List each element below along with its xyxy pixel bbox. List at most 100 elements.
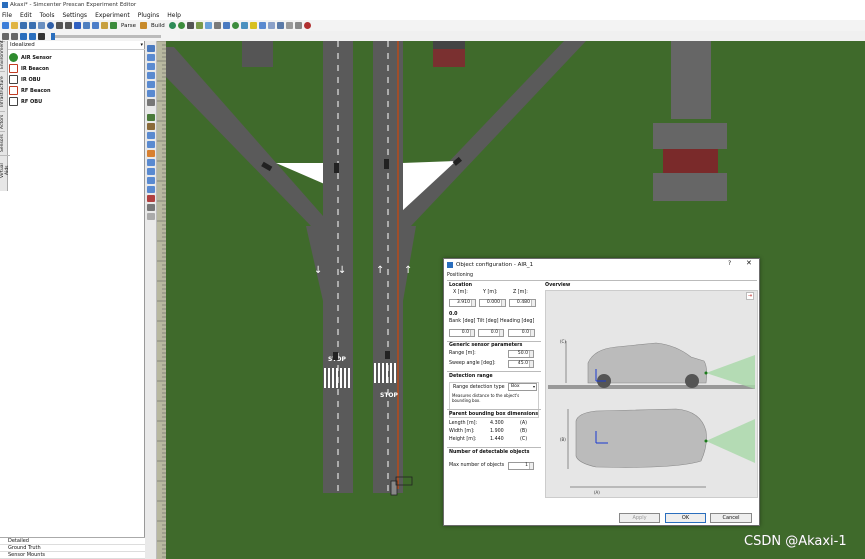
export-icon[interactable]: ⇥ <box>746 292 754 300</box>
tab-actors[interactable]: Actors <box>0 111 5 131</box>
save-all-icon[interactable] <box>29 22 36 29</box>
tab-virtual-aids[interactable]: Virtual Aids <box>0 155 10 185</box>
render-icon[interactable] <box>177 22 185 29</box>
tilt-input[interactable]: 0.0 <box>478 329 504 337</box>
sensor-rf-obu[interactable]: RF OBU <box>9 96 109 107</box>
trajectory-icon[interactable] <box>146 195 155 202</box>
zoom-window-icon[interactable] <box>146 81 155 88</box>
tab-positioning[interactable]: Positioning <box>447 273 473 278</box>
sensor-ir-beacon[interactable]: IR Beacon <box>9 63 109 74</box>
distribute-icon[interactable] <box>146 141 155 148</box>
terrain-icon[interactable] <box>195 22 203 29</box>
select-icon[interactable] <box>146 45 155 52</box>
move-icon[interactable] <box>146 99 155 106</box>
folder-icon[interactable] <box>267 22 275 29</box>
y-input[interactable]: 0.000 <box>479 299 506 307</box>
sweep-spinner[interactable] <box>529 361 533 367</box>
range-input[interactable]: 50.0 <box>508 350 534 358</box>
map-icon[interactable] <box>276 22 284 29</box>
play-icon[interactable] <box>20 32 27 40</box>
build-icon[interactable] <box>139 22 147 29</box>
zoom-out-icon[interactable] <box>146 63 155 70</box>
redo-icon[interactable] <box>65 22 72 29</box>
section-sensor-mounts[interactable]: Sensor Mounts <box>0 552 145 559</box>
camera-icon[interactable] <box>186 22 194 29</box>
building-right-bottom[interactable] <box>653 173 727 201</box>
new-icon[interactable] <box>2 22 9 29</box>
settings-icon[interactable] <box>2 32 9 40</box>
heading-input[interactable]: 0.0 <box>508 329 535 337</box>
sweep-input[interactable]: 45.0 <box>508 360 534 368</box>
menu-tools[interactable]: Tools <box>40 12 55 19</box>
stop-icon[interactable] <box>38 32 45 40</box>
close-button[interactable]: ✕ <box>746 259 752 267</box>
lock-icon[interactable] <box>146 204 155 211</box>
globe-icon[interactable] <box>168 22 176 29</box>
record-icon[interactable] <box>303 22 311 29</box>
sensor-rf-beacon[interactable]: RF Beacon <box>9 85 109 96</box>
library-header[interactable]: Idealized ▾ <box>8 41 145 50</box>
max-objects-input[interactable]: 1 <box>508 462 534 470</box>
sphere-icon[interactable] <box>231 22 239 29</box>
parse-button[interactable]: Parse <box>121 23 136 29</box>
z-input[interactable]: 0.480 <box>509 299 536 307</box>
step-icon[interactable] <box>29 32 36 40</box>
road-diagonal-left[interactable] <box>166 47 323 226</box>
sky-icon[interactable] <box>204 22 212 29</box>
x-spinner[interactable] <box>471 300 475 306</box>
range-type-select[interactable]: Box ▾ <box>508 383 537 391</box>
building-right-red[interactable] <box>663 149 718 173</box>
open-icon[interactable] <box>11 22 18 29</box>
help-button[interactable]: ? <box>728 260 731 267</box>
tilt-spinner[interactable] <box>499 330 503 336</box>
print-icon[interactable] <box>38 22 45 29</box>
max-objects-spinner[interactable] <box>529 463 533 469</box>
save-icon[interactable] <box>20 22 27 29</box>
edit-icon[interactable] <box>101 22 108 29</box>
slider-handle[interactable] <box>51 32 55 40</box>
menu-edit[interactable]: Edit <box>20 12 32 19</box>
menu-plugins[interactable]: Plugins <box>138 12 160 19</box>
time-slider[interactable] <box>51 32 161 40</box>
section-ground-truth[interactable]: Ground Truth <box>0 545 145 552</box>
apply-button[interactable]: Apply <box>619 513 660 523</box>
road-icon[interactable] <box>213 22 221 29</box>
viewer-icon[interactable] <box>222 22 230 29</box>
menu-help[interactable]: Help <box>167 12 181 19</box>
menu-file[interactable]: File <box>2 12 12 19</box>
menu-experiment[interactable]: Experiment <box>95 12 130 19</box>
tab-infrastructure[interactable]: Infrastructure <box>0 71 5 111</box>
bank-spinner[interactable] <box>470 330 474 336</box>
cancel-button[interactable]: Cancel <box>710 513 752 523</box>
zoom-fit-icon[interactable] <box>146 72 155 79</box>
heading-spinner[interactable] <box>530 330 534 336</box>
zoom-in-icon[interactable] <box>146 54 155 61</box>
section-detailed[interactable]: Detailed <box>0 538 145 545</box>
building-left[interactable] <box>242 41 273 67</box>
grid-toggle-icon[interactable] <box>146 168 155 175</box>
menu-settings[interactable]: Settings <box>62 12 87 19</box>
road-diagonal-right[interactable] <box>402 41 586 226</box>
chart-icon[interactable] <box>240 22 248 29</box>
snap-icon[interactable] <box>146 159 155 166</box>
help-icon[interactable] <box>47 22 54 29</box>
path-icon[interactable] <box>146 114 155 121</box>
route-icon[interactable] <box>146 123 155 130</box>
x-input[interactable]: 3.910 <box>449 299 476 307</box>
z-spinner[interactable] <box>531 300 535 306</box>
grid-icon[interactable] <box>258 22 266 29</box>
y-spinner[interactable] <box>501 300 505 306</box>
paste-icon[interactable] <box>92 22 99 29</box>
copy-icon[interactable] <box>83 22 90 29</box>
measure-icon[interactable] <box>146 150 155 157</box>
tab-environment[interactable]: Environment <box>0 40 5 71</box>
bank-input[interactable]: 0.0 <box>449 329 475 337</box>
pan-icon[interactable] <box>146 90 155 97</box>
ok-button[interactable]: OK <box>665 513 706 523</box>
tab-sensors[interactable]: Sensors <box>0 131 5 155</box>
sensor-ir-obu[interactable]: IR OBU <box>9 74 109 85</box>
parse-icon[interactable] <box>110 22 117 29</box>
undo-icon[interactable] <box>56 22 63 29</box>
build-button[interactable]: Build <box>151 23 165 29</box>
config-icon[interactable] <box>294 22 302 29</box>
